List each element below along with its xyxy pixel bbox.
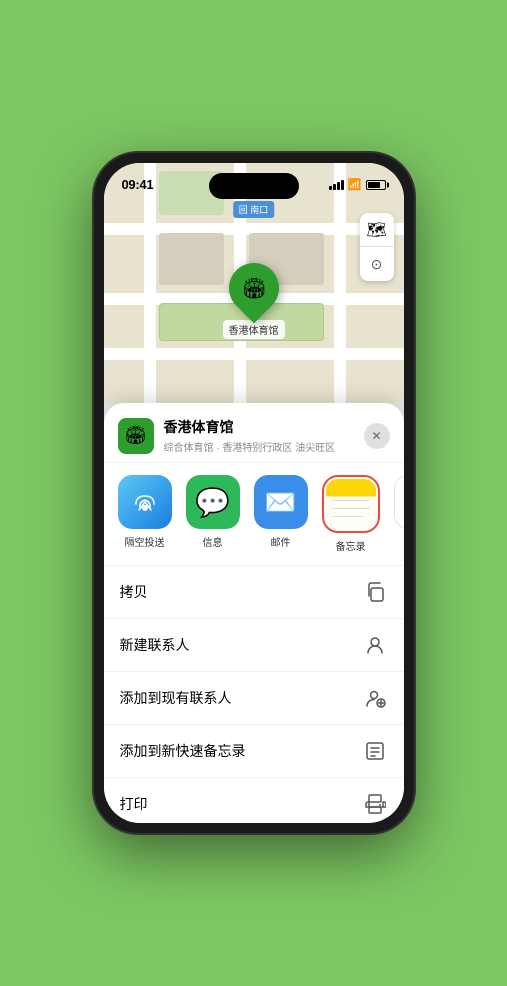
venue-name: 香港体育馆 [164,417,364,437]
map-area[interactable]: 回 南口 🏟 香港体育馆 🗺 ⊙ [104,163,404,403]
share-notes[interactable]: 备忘录 [322,475,380,553]
copy-icon [362,579,388,605]
battery-icon [366,180,386,190]
status-icons: 📶 [329,178,386,191]
print-icon [362,791,388,817]
sheet-header: 🏟 香港体育馆 综合体育馆 · 香港特别行政区 油尖旺区 ✕ [104,403,404,463]
action-copy[interactable]: 拷贝 [104,566,404,619]
dynamic-island [209,173,299,199]
quick-note-icon [362,738,388,764]
messages-label: 信息 [203,534,223,549]
more-icon [394,475,404,529]
share-messages[interactable]: 💬 信息 [186,475,240,553]
quick-note-label: 添加到新快速备忘录 [120,741,246,761]
phone-screen: 09:41 📶 [104,163,404,823]
notes-label: 备忘录 [336,538,366,553]
status-time: 09:41 [122,177,154,192]
share-more[interactable]: 提 [394,475,404,553]
mail-label: 邮件 [271,534,291,549]
venue-icon: 🏟 [118,418,154,454]
copy-label: 拷贝 [120,582,148,602]
map-view-button[interactable]: 🗺 [360,213,394,247]
action-add-existing[interactable]: 添加到现有联系人 [104,672,404,725]
map-controls: 🗺 ⊙ [360,213,394,281]
venue-info: 香港体育馆 综合体育馆 · 香港特别行政区 油尖旺区 [164,417,364,454]
airdrop-label: 隔空投送 [125,534,165,549]
signal-icon [329,180,344,190]
bottom-sheet: 🏟 香港体育馆 综合体育馆 · 香港特别行政区 油尖旺区 ✕ [104,403,404,823]
add-existing-icon [362,685,388,711]
new-contact-label: 新建联系人 [120,635,190,655]
phone-frame: 09:41 📶 [94,153,414,833]
pin-circle: 🏟 [218,253,289,324]
new-contact-icon [362,632,388,658]
mail-icon: ✉️ [254,475,308,529]
action-print[interactable]: 打印 [104,778,404,823]
action-new-contact[interactable]: 新建联系人 [104,619,404,672]
notes-icon [326,479,376,529]
nankou-label: 回 南口 [233,201,275,218]
location-pin: 🏟 香港体育馆 [223,263,285,339]
close-button[interactable]: ✕ [364,423,390,449]
airdrop-icon [118,475,172,529]
venue-subtitle: 综合体育馆 · 香港特别行政区 油尖旺区 [164,439,364,454]
action-quick-note[interactable]: 添加到新快速备忘录 [104,725,404,778]
wifi-icon: 📶 [348,178,362,191]
messages-icon: 💬 [186,475,240,529]
share-mail[interactable]: ✉️ 邮件 [254,475,308,553]
location-button[interactable]: ⊙ [360,247,394,281]
print-label: 打印 [120,794,148,814]
add-existing-label: 添加到现有联系人 [120,688,232,708]
share-row: 隔空投送 💬 信息 ✉️ 邮件 [104,463,404,566]
share-airdrop[interactable]: 隔空投送 [118,475,172,553]
